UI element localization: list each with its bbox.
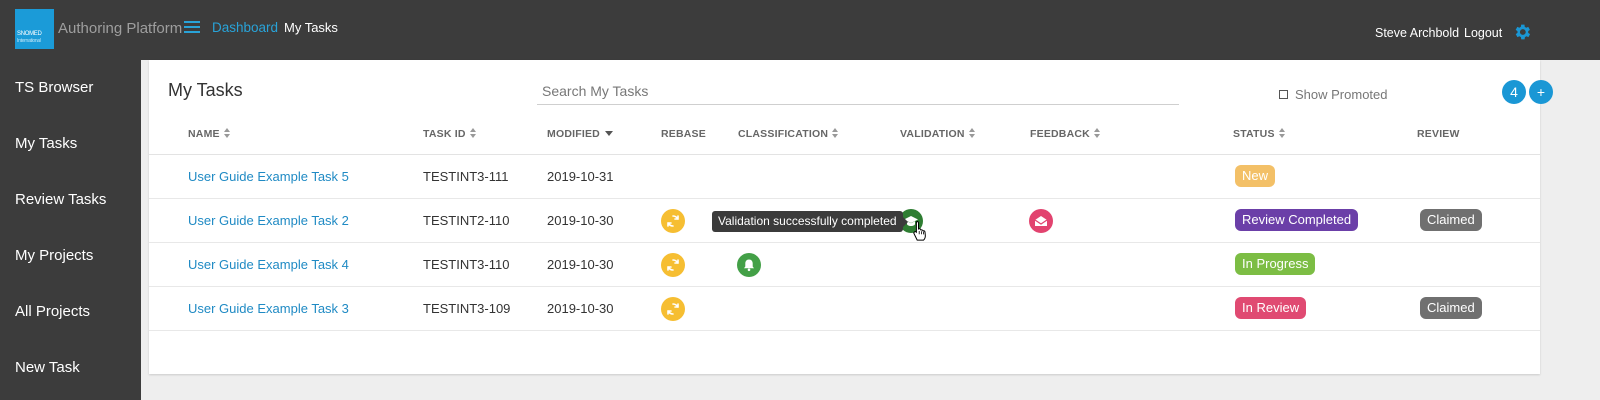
task-id: TESTINT3-111 bbox=[423, 169, 509, 184]
task-name-link[interactable]: User Guide Example Task 4 bbox=[188, 257, 349, 272]
sort-icon bbox=[1278, 128, 1286, 139]
gear-icon[interactable] bbox=[1512, 22, 1532, 42]
modified-date: 2019-10-30 bbox=[547, 257, 614, 272]
column-header-validation[interactable]: VALIDATION bbox=[900, 128, 976, 140]
top-bar: SNOMED International Authoring Platform … bbox=[0, 0, 1600, 60]
logout-link[interactable]: Logout bbox=[1464, 26, 1502, 40]
modified-date: 2019-10-30 bbox=[547, 213, 614, 228]
column-header-modified[interactable]: MODIFIED bbox=[547, 128, 613, 140]
sort-icon bbox=[223, 128, 231, 139]
sidebar-item-my-projects[interactable]: My Projects bbox=[15, 247, 93, 264]
feedback-envelope-icon[interactable] bbox=[1029, 209, 1053, 233]
task-name-link[interactable]: User Guide Example Task 5 bbox=[188, 169, 349, 184]
breadcrumb-my-tasks: My Tasks bbox=[284, 20, 338, 35]
sort-icon bbox=[832, 128, 839, 139]
task-name-link[interactable]: User Guide Example Task 2 bbox=[188, 213, 349, 228]
sidebar-item-my-tasks[interactable]: My Tasks bbox=[15, 135, 77, 152]
sidebar-item-all-projects[interactable]: All Projects bbox=[15, 303, 90, 320]
column-header-rebase[interactable]: REBASE bbox=[661, 128, 706, 140]
task-id: TESTINT2-110 bbox=[423, 213, 510, 228]
sort-descending-icon bbox=[604, 131, 613, 136]
add-task-button[interactable]: + bbox=[1529, 80, 1553, 104]
table-row[interactable]: User Guide Example Task 5 TESTINT3-111 2… bbox=[149, 155, 1540, 199]
logo-text-line2: International bbox=[17, 38, 41, 44]
hamburger-icon[interactable] bbox=[184, 21, 200, 35]
status-badge: In Progress bbox=[1235, 253, 1316, 275]
status-badge: In Review bbox=[1235, 297, 1307, 319]
sidebar-item-new-task[interactable]: New Task bbox=[15, 359, 80, 376]
show-promoted-checkbox[interactable] bbox=[1279, 90, 1288, 99]
task-count-badge[interactable]: 4 bbox=[1502, 80, 1526, 104]
task-id: TESTINT3-110 bbox=[423, 257, 510, 272]
breadcrumb-dashboard-link[interactable]: Dashboard bbox=[212, 20, 278, 35]
sidebar-item-ts-browser[interactable]: TS Browser bbox=[15, 79, 93, 96]
user-name[interactable]: Steve Archbold bbox=[1375, 26, 1459, 40]
column-header-feedback[interactable]: FEEDBACK bbox=[1030, 128, 1101, 140]
rebase-sync-icon[interactable] bbox=[661, 253, 685, 277]
column-header-task-id[interactable]: TASK ID bbox=[423, 128, 477, 140]
review-claimed-badge: Claimed bbox=[1420, 297, 1482, 319]
app-title: Authoring Platform bbox=[58, 20, 183, 37]
rebase-sync-icon[interactable] bbox=[661, 297, 685, 321]
logo-text-line1: SNOMED bbox=[17, 31, 42, 37]
sidebar: TS Browser My Tasks Review Tasks My Proj… bbox=[0, 60, 141, 400]
show-promoted-label: Show Promoted bbox=[1295, 87, 1388, 102]
show-promoted-toggle[interactable]: Show Promoted bbox=[1279, 87, 1388, 102]
sidebar-item-review-tasks[interactable]: Review Tasks bbox=[15, 191, 106, 208]
task-name-link[interactable]: User Guide Example Task 3 bbox=[188, 301, 349, 316]
status-badge: Review Completed bbox=[1235, 209, 1359, 231]
column-header-classification[interactable]: CLASSIFICATION bbox=[738, 128, 839, 140]
table-row[interactable]: User Guide Example Task 3 TESTINT3-109 2… bbox=[149, 287, 1540, 331]
column-header-name[interactable]: NAME bbox=[188, 128, 231, 140]
table-row[interactable]: User Guide Example Task 4 TESTINT3-110 2… bbox=[149, 243, 1540, 287]
snomed-logo[interactable]: SNOMED International bbox=[15, 9, 54, 49]
modified-date: 2019-10-31 bbox=[547, 169, 614, 184]
sort-icon bbox=[1093, 128, 1101, 139]
column-header-review[interactable]: REVIEW bbox=[1417, 128, 1460, 140]
search-input[interactable] bbox=[537, 78, 1179, 105]
rebase-sync-icon[interactable] bbox=[661, 209, 685, 233]
sort-icon bbox=[968, 128, 976, 139]
modified-date: 2019-10-30 bbox=[547, 301, 614, 316]
classification-bell-icon[interactable] bbox=[737, 253, 761, 277]
validation-tooltip: Validation successfully completed bbox=[712, 211, 908, 232]
column-header-status[interactable]: STATUS bbox=[1233, 128, 1286, 140]
hand-cursor-icon bbox=[913, 220, 926, 241]
status-badge: New bbox=[1235, 165, 1276, 187]
review-claimed-badge: Claimed bbox=[1420, 209, 1482, 231]
sort-icon bbox=[469, 128, 477, 139]
page-title: My Tasks bbox=[168, 80, 243, 100]
task-id: TESTINT3-109 bbox=[423, 301, 511, 316]
